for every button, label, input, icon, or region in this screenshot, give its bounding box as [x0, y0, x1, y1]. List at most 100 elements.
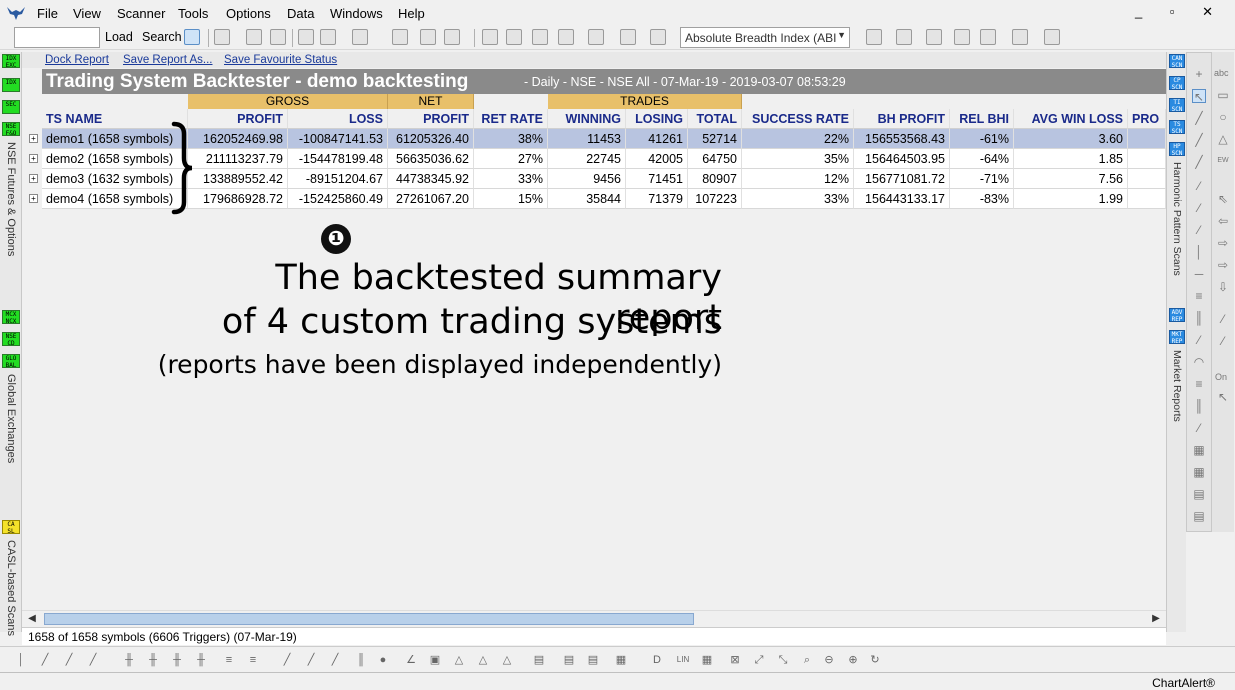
- pattern-icon[interactable]: [1012, 29, 1028, 45]
- expand-row-icon[interactable]: +: [29, 174, 38, 183]
- fit-icon[interactable]: ⊠: [728, 653, 742, 667]
- point-figure-icon[interactable]: ╱: [62, 653, 76, 667]
- market-reports-tab-label[interactable]: Market Reports: [1171, 350, 1183, 422]
- grid-toggle-icon[interactable]: ▦: [700, 653, 714, 667]
- scanner-icon[interactable]: [392, 29, 408, 45]
- pointer-tool-icon[interactable]: [184, 29, 200, 45]
- arc-icon[interactable]: ◠: [1192, 355, 1206, 369]
- pattern-bottom-icon[interactable]: △: [452, 653, 466, 667]
- menu-view[interactable]: View: [73, 6, 101, 21]
- abc-icon[interactable]: △: [500, 653, 514, 667]
- star-icon[interactable]: [980, 29, 996, 45]
- wave-icon[interactable]: [1044, 29, 1060, 45]
- line-tool-icon[interactable]: ╱: [1192, 111, 1206, 125]
- volume-profile-icon[interactable]: ≡: [246, 653, 260, 667]
- dotted-lines-icon[interactable]: ▤: [1192, 509, 1206, 523]
- settings-icon[interactable]: ▦: [614, 653, 628, 667]
- scroll-left-icon[interactable]: ◀: [25, 612, 39, 626]
- arrow-left-icon[interactable]: ⇦: [1216, 214, 1230, 228]
- col-net-profit[interactable]: PROFIT: [388, 109, 474, 129]
- indicator-icon[interactable]: [482, 29, 498, 45]
- peak-icon[interactable]: △: [476, 653, 490, 667]
- channel-tool-icon[interactable]: ⁄: [1192, 179, 1206, 193]
- col-winning[interactable]: WINNING: [548, 109, 626, 129]
- col-pro[interactable]: PRO: [1128, 109, 1166, 129]
- hilo-icon[interactable]: [558, 29, 574, 45]
- signal-icon[interactable]: [954, 29, 970, 45]
- menu-data[interactable]: Data: [287, 6, 314, 21]
- indicator-select[interactable]: Absolute Breadth Index (ABI ▼: [680, 27, 850, 48]
- market-icon[interactable]: [352, 29, 368, 45]
- harmonic-scans-tab-label[interactable]: Harmonic Pattern Scans: [1171, 162, 1183, 276]
- save-report-link[interactable]: Save Report As...: [123, 54, 213, 66]
- save-icon[interactable]: [214, 29, 230, 45]
- horizontal-line-icon[interactable]: ─: [1192, 267, 1206, 281]
- overlay-icon[interactable]: ╱: [280, 653, 294, 667]
- table-row[interactable]: demo2 (1658 symbols) 211113237.79 -1544781…: [42, 149, 1166, 169]
- expand-row-icon[interactable]: +: [29, 134, 38, 143]
- tag-ti-scn[interactable]: TI SCN: [1169, 98, 1185, 113]
- retracement-icon[interactable]: ≡: [1192, 289, 1206, 303]
- zoom-out-icon[interactable]: ⊖: [822, 653, 836, 667]
- arrow-pointer-icon[interactable]: ↖: [1192, 89, 1206, 104]
- gann-icon[interactable]: ⁄: [1192, 223, 1206, 237]
- menu-options[interactable]: Options: [226, 6, 271, 21]
- tag-mcx[interactable]: MCX NCX: [2, 310, 20, 325]
- col-ret-rate[interactable]: RET RATE: [474, 109, 548, 129]
- arrow-down-icon[interactable]: ⇩: [1216, 280, 1230, 294]
- lin-icon[interactable]: LIN: [676, 653, 690, 667]
- tag-idx[interactable]: IDX: [2, 78, 20, 92]
- measure-icon[interactable]: ⁄: [1216, 312, 1230, 326]
- speed-lines-icon[interactable]: ⁄: [1192, 421, 1206, 435]
- levels-icon[interactable]: ≡: [1192, 377, 1206, 391]
- chart-icon[interactable]: [298, 29, 314, 45]
- scroll-right-icon[interactable]: ▶: [1149, 612, 1163, 626]
- copy-icon[interactable]: ▤: [562, 653, 576, 667]
- ellipse-icon[interactable]: ○: [1216, 110, 1230, 124]
- grid-icon[interactable]: ▦: [1192, 465, 1206, 479]
- table-row[interactable]: demo3 (1632 symbols) 133889552.42 -8915120…: [42, 169, 1166, 189]
- expand-row-icon[interactable]: +: [29, 154, 38, 163]
- tag-nse-fo[interactable]: NSE F&O: [2, 122, 20, 137]
- fan-icon[interactable]: ⁄: [1192, 333, 1206, 347]
- col-gross-profit[interactable]: PROFIT: [188, 109, 288, 129]
- window-icon[interactable]: [444, 29, 460, 45]
- band-icon[interactable]: [650, 29, 666, 45]
- pitchfork-icon[interactable]: ⁄: [1192, 201, 1206, 215]
- print-icon[interactable]: [246, 29, 262, 45]
- text-tool-icon[interactable]: abc: [1214, 66, 1229, 80]
- crosshair-icon[interactable]: +: [1192, 67, 1206, 81]
- print-preview-icon[interactable]: [270, 29, 286, 45]
- volume-bar-icon[interactable]: ≡: [222, 653, 236, 667]
- tag-hp-scn[interactable]: HP SCN: [1169, 142, 1185, 157]
- document-icon[interactable]: ▤: [532, 653, 546, 667]
- nse-futures-tab-label[interactable]: NSE Futures & Options: [5, 142, 17, 256]
- record-icon[interactable]: ●: [376, 653, 390, 667]
- symbol-input[interactable]: [14, 27, 100, 48]
- col-ts-name[interactable]: TS NAME: [42, 109, 188, 129]
- triangle-icon[interactable]: △: [1216, 132, 1230, 146]
- fibo-icon[interactable]: [866, 29, 882, 45]
- fib-time-icon[interactable]: ║: [1192, 311, 1206, 325]
- menu-file[interactable]: File: [37, 6, 58, 21]
- renko-icon[interactable]: ╱: [86, 653, 100, 667]
- menu-help[interactable]: Help: [398, 6, 425, 21]
- report-icon[interactable]: ▤: [586, 653, 600, 667]
- pivot-icon[interactable]: [896, 29, 912, 45]
- snapshot-icon[interactable]: ▣: [428, 653, 442, 667]
- bars-icon[interactable]: [506, 29, 522, 45]
- arrow-up-left-icon[interactable]: ⇖: [1216, 192, 1230, 206]
- overlay-3-icon[interactable]: ╱: [328, 653, 342, 667]
- expand-row-icon[interactable]: +: [29, 194, 38, 203]
- save-favourite-link[interactable]: Save Favourite Status: [224, 54, 337, 66]
- trend-tool-icon[interactable]: ╱: [1192, 155, 1206, 169]
- horizontal-scrollbar[interactable]: ◀ ▶: [22, 610, 1166, 626]
- price-chart-icon[interactable]: ╱: [38, 653, 52, 667]
- col-gross-loss[interactable]: LOSS: [288, 109, 388, 129]
- window-controls[interactable]: _ ▫ ✕: [1135, 4, 1225, 20]
- col-avg-win-loss[interactable]: AVG WIN LOSS: [1014, 109, 1128, 129]
- rectangle-icon[interactable]: ▭: [1216, 88, 1230, 102]
- cursor-icon[interactable]: ↖: [1216, 390, 1230, 404]
- tag-nse-cd[interactable]: NSE CD: [2, 332, 20, 347]
- on-toggle-icon[interactable]: On: [1214, 370, 1228, 384]
